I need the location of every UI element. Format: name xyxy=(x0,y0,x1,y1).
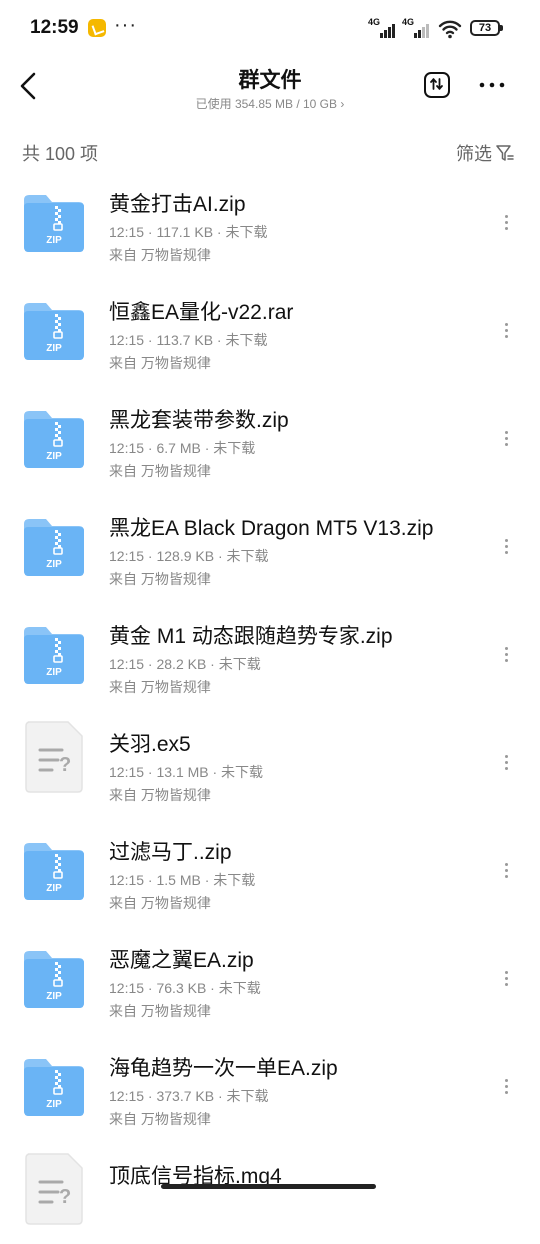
zip-file-icon: ZIP xyxy=(22,1056,86,1116)
row-more-icon[interactable] xyxy=(496,320,516,344)
file-name: 关羽.ex5 xyxy=(109,733,191,756)
row-more-icon[interactable] xyxy=(496,536,516,560)
row-more-icon[interactable] xyxy=(496,428,516,452)
file-meta: 12:15 · 113.7 KB · 未下载 xyxy=(109,332,268,348)
unknown-icon-label: ? xyxy=(59,1186,72,1208)
file-row[interactable]: ZIP 黑龙EA Black Dragon MT5 V13.zip 12:15 · … xyxy=(0,488,540,596)
file-source: 来自 万物皆规律 xyxy=(109,1003,211,1019)
file-row[interactable]: ? 顶底信号指标.mq4 xyxy=(0,1136,540,1244)
zip-file-icon: ZIP xyxy=(22,516,86,576)
file-name: 恶魔之翼EA.zip xyxy=(109,949,254,972)
file-row[interactable]: ZIP 黄金打击AI.zip 12:15 · 117.1 KB · 未下载 来自 万物… xyxy=(0,164,540,272)
file-meta: 12:15 · 76.3 KB · 未下载 xyxy=(109,980,261,996)
storage-usage-link[interactable]: 已使用 354.85 MB / 10 GB › xyxy=(0,95,540,112)
row-more-icon[interactable] xyxy=(496,860,516,884)
status-bar: 12:59 ··· 4G 4G 73 xyxy=(0,0,540,60)
transfer-button[interactable] xyxy=(424,72,450,98)
zip-icon-label: ZIP xyxy=(46,667,62,678)
file-source: 来自 万物皆规律 xyxy=(109,247,211,263)
cell-signal-1-label: 4G xyxy=(368,17,381,27)
zip-icon-label: ZIP xyxy=(46,235,62,246)
wifi-icon xyxy=(438,20,462,39)
unknown-icon-label: ? xyxy=(59,754,72,776)
unknown-file-icon: ? xyxy=(22,720,86,793)
filter-button[interactable]: 筛选 xyxy=(456,140,515,166)
zip-file-icon: ZIP xyxy=(22,192,86,252)
zip-file-icon: ZIP xyxy=(22,408,86,468)
zip-icon-label: ZIP xyxy=(46,343,62,354)
zip-file-icon: ZIP xyxy=(22,840,86,900)
battery-icon: 73 xyxy=(470,20,503,36)
zip-file-icon: ZIP xyxy=(22,300,86,360)
zip-icon-label: ZIP xyxy=(46,991,62,1002)
file-name: 恒鑫EA量化-v22.rar xyxy=(109,301,294,324)
file-name: 黄金 M1 动态跟随趋势专家.zip xyxy=(109,625,393,648)
sort-arrows-icon xyxy=(430,78,443,90)
file-source: 来自 万物皆规律 xyxy=(109,355,211,371)
cell-signal-2-label: 4G xyxy=(402,17,415,27)
unknown-file-icon: ? xyxy=(22,1152,86,1225)
file-source: 来自 万物皆规律 xyxy=(109,1111,211,1127)
file-meta: 12:15 · 13.1 MB · 未下载 xyxy=(109,764,264,780)
cell-signal-1-icon: 4G xyxy=(368,17,398,38)
home-indicator[interactable] xyxy=(161,1184,376,1189)
zip-icon-label: ZIP xyxy=(46,451,62,462)
file-meta: 12:15 · 28.2 KB · 未下载 xyxy=(109,656,261,672)
item-count: 共 100 项 xyxy=(22,144,99,164)
zip-file-icon: ZIP xyxy=(22,624,86,684)
row-more-icon[interactable] xyxy=(496,968,516,992)
file-row[interactable]: ZIP 黑龙套装带参数.zip 12:15 · 6.7 MB · 未下载 来自 万物皆… xyxy=(0,380,540,488)
row-more-icon[interactable] xyxy=(496,644,516,668)
zip-icon-label: ZIP xyxy=(46,1099,62,1110)
file-source: 来自 万物皆规律 xyxy=(109,787,211,803)
cell-signal-2-icon: 4G xyxy=(402,17,432,38)
file-meta: 12:15 · 373.7 KB · 未下载 xyxy=(109,1088,269,1104)
more-options-button[interactable] xyxy=(476,70,508,100)
file-row[interactable]: ? 关羽.ex5 12:15 · 13.1 MB · 未下载 来自 万物皆规律 xyxy=(0,704,540,812)
filter-funnel-icon xyxy=(496,145,514,161)
zip-file-icon: ZIP xyxy=(22,948,86,1008)
row-more-icon[interactable] xyxy=(496,212,516,236)
zip-icon-label: ZIP xyxy=(46,559,62,570)
filter-label: 筛选 xyxy=(456,144,492,164)
battery-level: 73 xyxy=(478,22,492,34)
row-more-icon[interactable] xyxy=(496,1076,516,1100)
file-row[interactable]: ZIP 恒鑫EA量化-v22.rar 12:15 · 113.7 KB · 未下载来… xyxy=(0,272,540,380)
file-row[interactable]: ZIP 黄金 M1 动态跟随趋势专家.zip 12:15 · 28.2 KB · 未… xyxy=(0,596,540,704)
status-more-icon: ··· xyxy=(114,14,137,36)
more-dots-icon xyxy=(479,82,505,88)
file-meta: 12:15 · 6.7 MB · 未下载 xyxy=(109,440,256,456)
file-name: 过滤马丁..zip xyxy=(109,841,232,864)
file-name: 黑龙EA Black Dragon MT5 V13.zip xyxy=(109,517,434,540)
file-name: 黑龙套装带参数.zip xyxy=(109,409,289,432)
file-meta: 12:15 · 128.9 KB · 未下载 xyxy=(109,548,269,564)
file-meta: 12:15 · 1.5 MB · 未下载 xyxy=(109,872,256,888)
zip-icon-label: ZIP xyxy=(46,883,62,894)
file-source: 来自 万物皆规律 xyxy=(109,679,211,695)
file-row[interactable]: ZIP 恶魔之翼EA.zip 12:15 · 76.3 KB · 未下载 来自 万物皆… xyxy=(0,920,540,1028)
file-source: 来自 万物皆规律 xyxy=(109,895,211,911)
file-name: 黄金打击AI.zip xyxy=(109,193,246,216)
file-name: 海龟趋势一次一单EA.zip xyxy=(109,1057,338,1080)
notes-app-icon xyxy=(88,19,106,37)
file-source: 来自 万物皆规律 xyxy=(109,463,211,479)
page-title: 群文件 xyxy=(238,69,302,92)
status-time: 12:59 xyxy=(30,17,79,38)
file-list: ZIP 黄金打击AI.zip 12:15 · 117.1 KB · 未下载 来自 万物… xyxy=(0,164,540,1244)
file-row[interactable]: ZIP 过滤马丁..zip 12:15 · 1.5 MB · 未下载 来自 万物皆规律 xyxy=(0,812,540,920)
file-meta: 12:15 · 117.1 KB · 未下载 xyxy=(109,224,268,240)
row-more-icon[interactable] xyxy=(496,752,516,776)
file-row[interactable]: ZIP 海龟趋势一次一单EA.zip 12:15 · 373.7 KB · 未下载来… xyxy=(0,1028,540,1136)
file-source: 来自 万物皆规律 xyxy=(109,571,211,587)
